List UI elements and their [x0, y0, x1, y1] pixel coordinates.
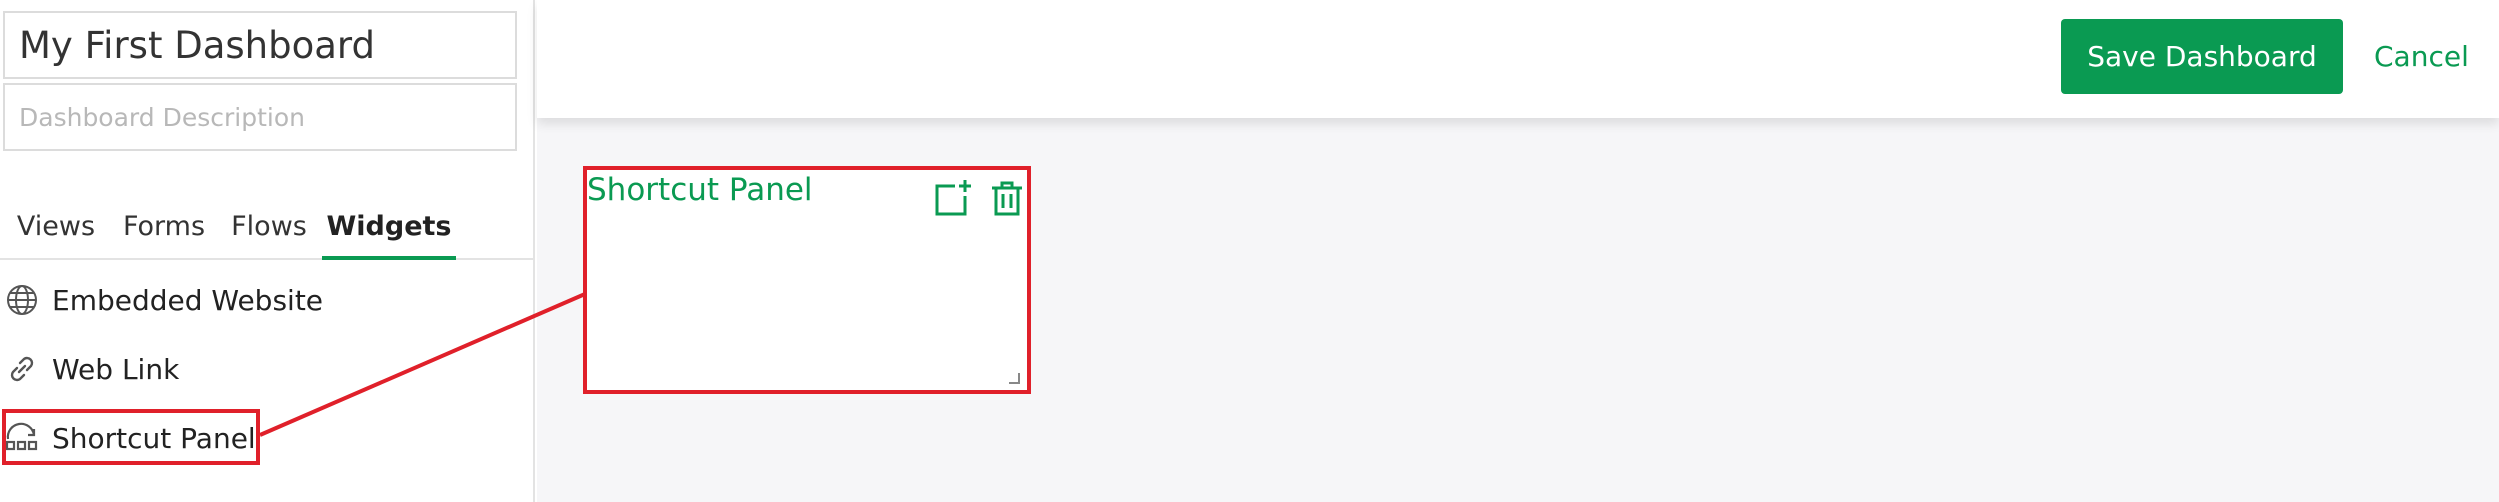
panel-title: Shortcut Panel [587, 172, 813, 208]
globe-icon [2, 280, 42, 320]
dashboard-editor: Views Forms Flows Widgets Embedded Websi… [0, 0, 2499, 502]
cancel-link[interactable]: Cancel [2374, 19, 2469, 94]
widget-item-label: Web Link [52, 352, 180, 386]
widget-item-label: Embedded Website [52, 283, 324, 317]
save-dashboard-button[interactable]: Save Dashboard [2061, 19, 2343, 94]
add-shortcut-icon[interactable] [933, 178, 973, 218]
component-tabs: Views Forms Flows Widgets [0, 196, 533, 260]
dashboard-title-input[interactable] [3, 11, 517, 79]
widget-item-label: Shortcut Panel [52, 421, 256, 455]
tab-forms[interactable]: Forms [120, 196, 208, 260]
tab-widgets[interactable]: Widgets [322, 196, 456, 260]
tab-flows[interactable]: Flows [226, 196, 312, 260]
shortcut-panel-widget[interactable]: Shortcut Panel [583, 166, 1031, 394]
shortcut-panel-icon [2, 418, 42, 458]
tab-views[interactable]: Views [14, 196, 98, 260]
link-icon [2, 349, 42, 389]
widget-item-shortcut-panel[interactable]: Shortcut Panel [0, 408, 520, 468]
resize-handle[interactable] [1007, 370, 1021, 384]
dashboard-description-input[interactable] [3, 83, 517, 151]
sidebar: Views Forms Flows Widgets Embedded Websi… [0, 0, 535, 502]
trash-icon[interactable] [990, 180, 1024, 218]
widget-item-web-link[interactable]: Web Link [0, 339, 520, 399]
widget-item-embedded-website[interactable]: Embedded Website [0, 270, 520, 330]
